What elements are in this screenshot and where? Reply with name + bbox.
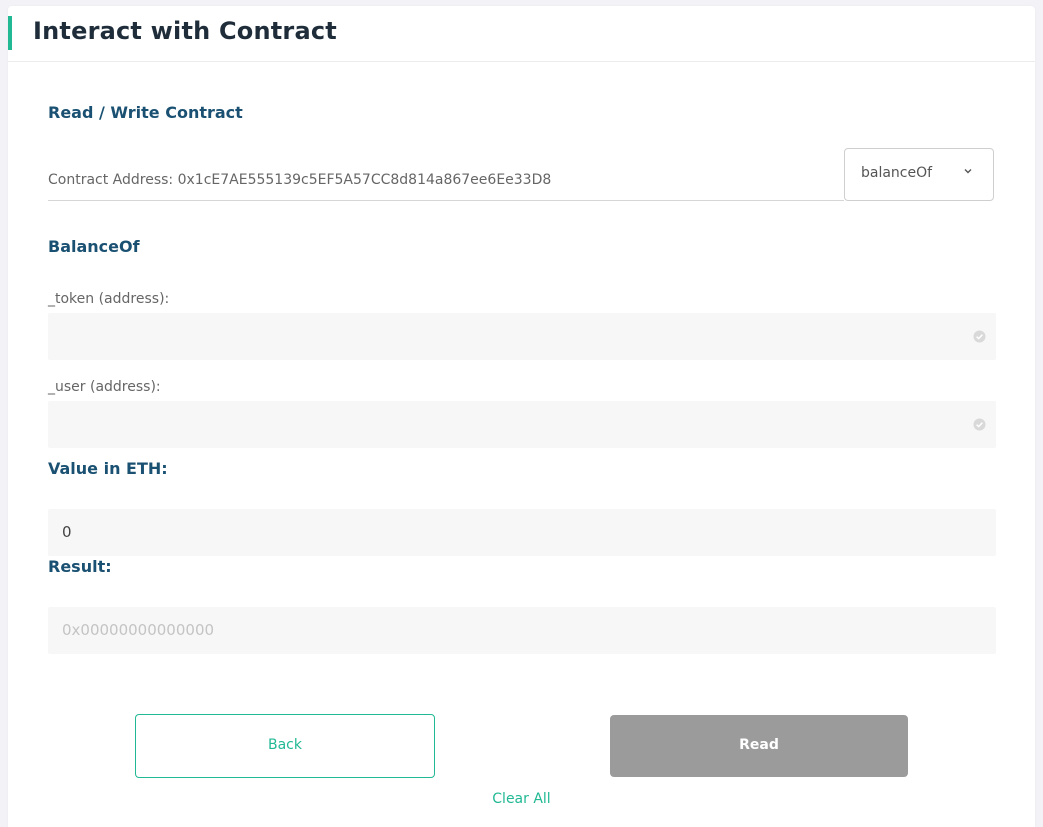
clear-all-link[interactable]: Clear All <box>8 791 1035 807</box>
header-accent-bar <box>8 16 12 50</box>
check-circle-icon <box>973 330 986 343</box>
token-field-label: _token (address): <box>48 291 170 307</box>
contract-card: Interact with Contract Read / Write Cont… <box>8 6 1035 827</box>
check-circle-icon <box>973 418 986 431</box>
method-title: BalanceOf <box>48 237 140 256</box>
user-input[interactable] <box>48 401 996 448</box>
result-output: 0x00000000000000 <box>48 607 996 654</box>
read-button[interactable]: Read <box>610 715 908 777</box>
value-eth-input-value: 0 <box>62 523 72 541</box>
page-header: Interact with Contract <box>8 6 1035 62</box>
contract-address: Contract Address: 0x1cE7AE555139c5EF5A57… <box>48 172 552 188</box>
value-eth-label: Value in ETH: <box>48 459 168 478</box>
page-title: Interact with Contract <box>33 17 337 45</box>
section-title: Read / Write Contract <box>48 103 243 122</box>
token-input[interactable] <box>48 313 996 360</box>
contract-address-row: Contract Address: 0x1cE7AE555139c5EF5A57… <box>48 148 844 201</box>
read-button-label: Read <box>739 737 779 753</box>
method-select-value: balanceOf <box>861 165 933 181</box>
method-select[interactable]: balanceOf <box>844 148 994 201</box>
back-button[interactable]: Back <box>135 714 435 778</box>
result-label: Result: <box>48 557 112 576</box>
value-eth-input[interactable]: 0 <box>48 509 996 556</box>
chevron-down-icon <box>964 169 972 174</box>
result-placeholder: 0x00000000000000 <box>62 621 215 639</box>
user-field-label: _user (address): <box>48 379 161 395</box>
back-button-label: Back <box>268 737 302 753</box>
